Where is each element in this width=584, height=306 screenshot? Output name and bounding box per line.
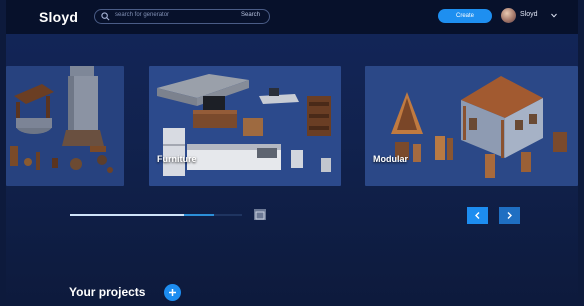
avatar[interactable]: [501, 8, 516, 23]
sloyd-page: Sloyd search for generator Search Create…: [6, 0, 578, 306]
plus-icon: [169, 289, 176, 296]
username[interactable]: Sloyd: [520, 11, 538, 18]
card-label: Modular: [373, 154, 408, 164]
search-bar[interactable]: search for generator Search: [94, 9, 270, 24]
top-bar: Sloyd search for generator Search Create…: [6, 0, 578, 34]
search-icon: [101, 12, 110, 21]
chevron-down-icon[interactable]: [551, 13, 557, 18]
search-button[interactable]: Search: [241, 12, 260, 18]
card-label: Furniture: [157, 154, 197, 164]
generator-card-furniture[interactable]: Furniture: [149, 66, 341, 186]
logo[interactable]: Sloyd: [39, 9, 78, 25]
carousel-prev-button[interactable]: [467, 207, 488, 224]
card-thumbnail: [149, 66, 341, 186]
your-projects-heading: Your projects: [69, 285, 146, 299]
chevron-right-icon: [507, 212, 512, 219]
carousel-progress[interactable]: [70, 214, 242, 216]
card-thumbnail: [6, 66, 124, 186]
fullscreen-button[interactable]: [254, 209, 266, 220]
card-thumbnail: [365, 66, 578, 186]
carousel-progress-indicator: [184, 214, 214, 216]
generator-card-modular[interactable]: Modular: [365, 66, 578, 186]
chevron-left-icon: [475, 212, 480, 219]
generator-card[interactable]: [6, 66, 124, 186]
search-placeholder[interactable]: search for generator: [115, 12, 169, 18]
carousel-progress-fill: [70, 214, 184, 216]
fullscreen-icon: [255, 211, 265, 220]
carousel-next-button[interactable]: [499, 207, 520, 224]
add-project-button[interactable]: [164, 284, 181, 301]
create-button[interactable]: Create: [438, 9, 492, 23]
